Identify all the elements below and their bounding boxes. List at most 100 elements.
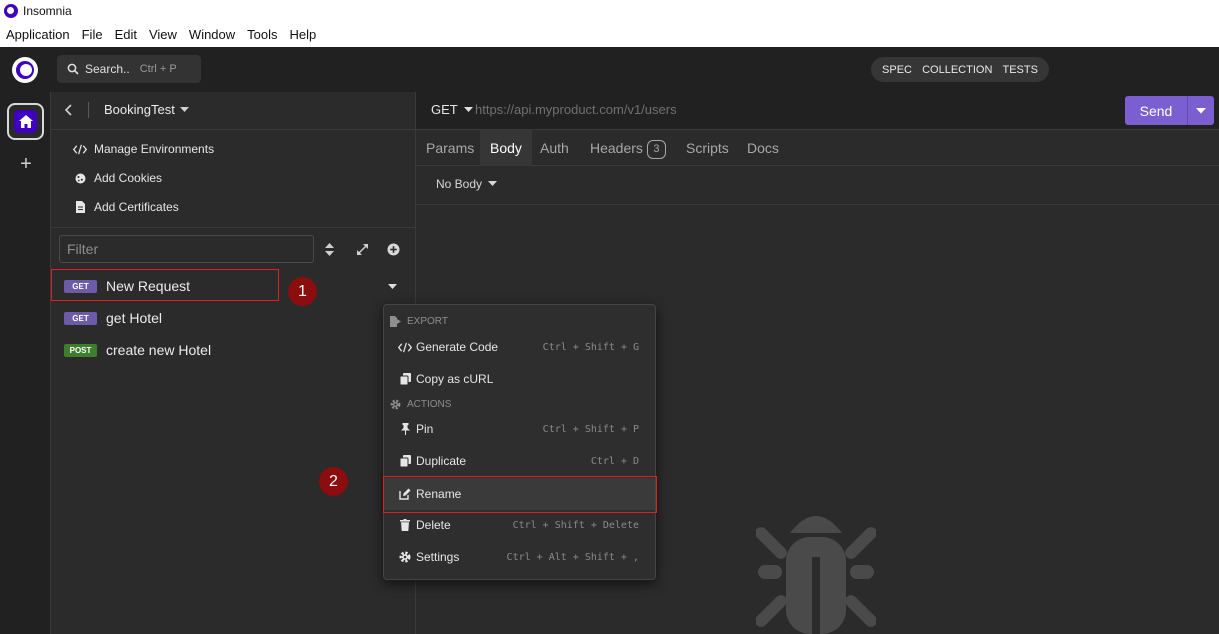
export-icon <box>389 315 401 327</box>
scope-tabs: SPEC COLLECTION TESTS <box>871 57 1049 82</box>
sort-icon <box>325 243 334 256</box>
menu-bar: Application File Edit View Window Tools … <box>0 22 1219 47</box>
generate-code-menu-item[interactable]: Generate Code Ctrl + Shift + G <box>384 332 655 362</box>
pin-menu-item[interactable]: Pin Ctrl + Shift + P <box>384 414 655 444</box>
tab-headers[interactable]: Headers 3 <box>580 130 676 166</box>
body-type-select[interactable]: No Body <box>436 177 498 191</box>
code-icon <box>398 342 412 353</box>
menu-file[interactable]: File <box>82 27 103 42</box>
menu-item-label: Settings <box>416 550 460 564</box>
annotation-step-1: 1 <box>288 277 317 306</box>
caret-down-icon <box>463 106 473 112</box>
annotation-step-2: 2 <box>319 467 348 496</box>
add-project-button[interactable]: + <box>16 154 36 174</box>
copy-icon <box>398 373 412 385</box>
add-cookies-link[interactable]: Add Cookies <box>73 169 162 187</box>
app-logo-icon[interactable] <box>12 57 38 83</box>
tab-spec[interactable]: SPEC <box>882 64 912 76</box>
back-button[interactable] <box>64 104 74 116</box>
workspace-dropdown[interactable]: BookingTest <box>104 102 189 117</box>
add-cookies-label: Add Cookies <box>94 171 163 185</box>
menu-item-shortcut: Ctrl + Shift + P <box>542 423 639 435</box>
search-button[interactable]: Search.. Ctrl + P <box>57 55 201 83</box>
menu-item-label: Pin <box>416 422 434 436</box>
menu-item-shortcut: Ctrl + Alt + Shift + , <box>506 551 639 563</box>
add-certificates-link[interactable]: Add Certificates <box>73 198 179 216</box>
menu-tools[interactable]: Tools <box>247 27 277 42</box>
duplicate-menu-item[interactable]: Duplicate Ctrl + D <box>384 446 655 476</box>
cookie-icon <box>73 173 87 184</box>
add-certificates-label: Add Certificates <box>94 200 179 214</box>
manage-environments-link[interactable]: Manage Environments <box>73 140 214 158</box>
request-item[interactable]: POST create new Hotel <box>51 335 415 365</box>
caret-down-icon <box>488 181 498 186</box>
url-input[interactable]: https://api.myproduct.com/v1/users <box>475 102 677 117</box>
menu-item-label: Generate Code <box>416 340 499 354</box>
window-titlebar: Insomnia <box>0 0 1219 22</box>
request-name: get Hotel <box>106 310 163 326</box>
actions-section-header: ACTIONS <box>389 397 451 411</box>
menu-item-label: Delete <box>416 518 451 532</box>
gear-icon <box>398 551 412 563</box>
gear-icon <box>389 399 401 410</box>
menu-item-label: Copy as cURL <box>416 372 494 386</box>
tab-scripts[interactable]: Scripts <box>676 130 739 166</box>
insomnia-logo-icon <box>4 4 18 18</box>
plus-circle-icon <box>387 243 400 256</box>
menu-application[interactable]: Application <box>6 27 70 42</box>
menu-help[interactable]: Help <box>290 27 317 42</box>
method-select[interactable]: GET <box>431 102 473 117</box>
code-icon <box>73 144 87 155</box>
duplicate-icon <box>398 455 412 467</box>
filter-input[interactable]: Filter <box>59 235 314 263</box>
expand-icon <box>357 244 368 255</box>
home-button[interactable] <box>7 103 44 140</box>
send-button[interactable]: Send <box>1125 96 1214 125</box>
menu-item-label: Duplicate <box>416 454 467 468</box>
window-title: Insomnia <box>23 4 72 18</box>
pin-icon <box>398 423 412 435</box>
method-label: GET <box>431 102 458 117</box>
menu-view[interactable]: View <box>149 27 177 42</box>
trash-icon <box>398 519 412 531</box>
tab-collection[interactable]: COLLECTION <box>922 64 992 76</box>
method-badge: GET <box>64 311 97 325</box>
search-label: Search.. <box>85 62 130 76</box>
menu-item-shortcut: Ctrl + Shift + G <box>542 341 639 353</box>
method-badge: POST <box>64 343 97 357</box>
caret-down-icon <box>179 106 189 112</box>
expand-all-button[interactable] <box>356 243 369 256</box>
tab-headers-label: Headers <box>590 140 643 156</box>
annotation-highlight-rename <box>383 476 657 513</box>
body-type-label: No Body <box>436 177 483 191</box>
request-item[interactable]: GET get Hotel <box>51 303 415 333</box>
tab-tests[interactable]: TESTS <box>1003 64 1038 76</box>
headers-count-badge: 3 <box>646 139 666 159</box>
send-options-button[interactable] <box>1188 107 1214 114</box>
tab-auth[interactable]: Auth <box>530 130 579 166</box>
tab-docs[interactable]: Docs <box>737 130 789 166</box>
sort-button[interactable] <box>325 243 334 256</box>
manage-environments-label: Manage Environments <box>94 142 215 156</box>
menu-edit[interactable]: Edit <box>115 27 137 42</box>
search-shortcut: Ctrl + P <box>139 63 177 75</box>
caret-down-icon <box>1196 107 1206 113</box>
workspace-name: BookingTest <box>104 102 175 117</box>
tab-params[interactable]: Params <box>416 130 484 166</box>
divider <box>88 102 89 118</box>
menu-item-shortcut: Ctrl + Shift + Delete <box>512 519 639 531</box>
settings-menu-item[interactable]: Settings Ctrl + Alt + Shift + , <box>384 542 655 572</box>
divider <box>51 227 415 228</box>
divider <box>416 204 1219 205</box>
home-icon <box>18 115 33 128</box>
request-actions-dropdown[interactable] <box>388 284 397 290</box>
certificate-icon <box>73 201 87 213</box>
export-header-label: EXPORT <box>407 315 448 327</box>
copy-as-curl-menu-item[interactable]: Copy as cURL <box>384 364 655 394</box>
tab-body[interactable]: Body <box>480 130 532 166</box>
menu-window[interactable]: Window <box>189 27 235 42</box>
delete-menu-item[interactable]: Delete Ctrl + Shift + Delete <box>384 510 655 540</box>
actions-header-label: ACTIONS <box>407 398 452 410</box>
add-request-button[interactable] <box>387 243 400 256</box>
request-name: create new Hotel <box>106 342 212 358</box>
